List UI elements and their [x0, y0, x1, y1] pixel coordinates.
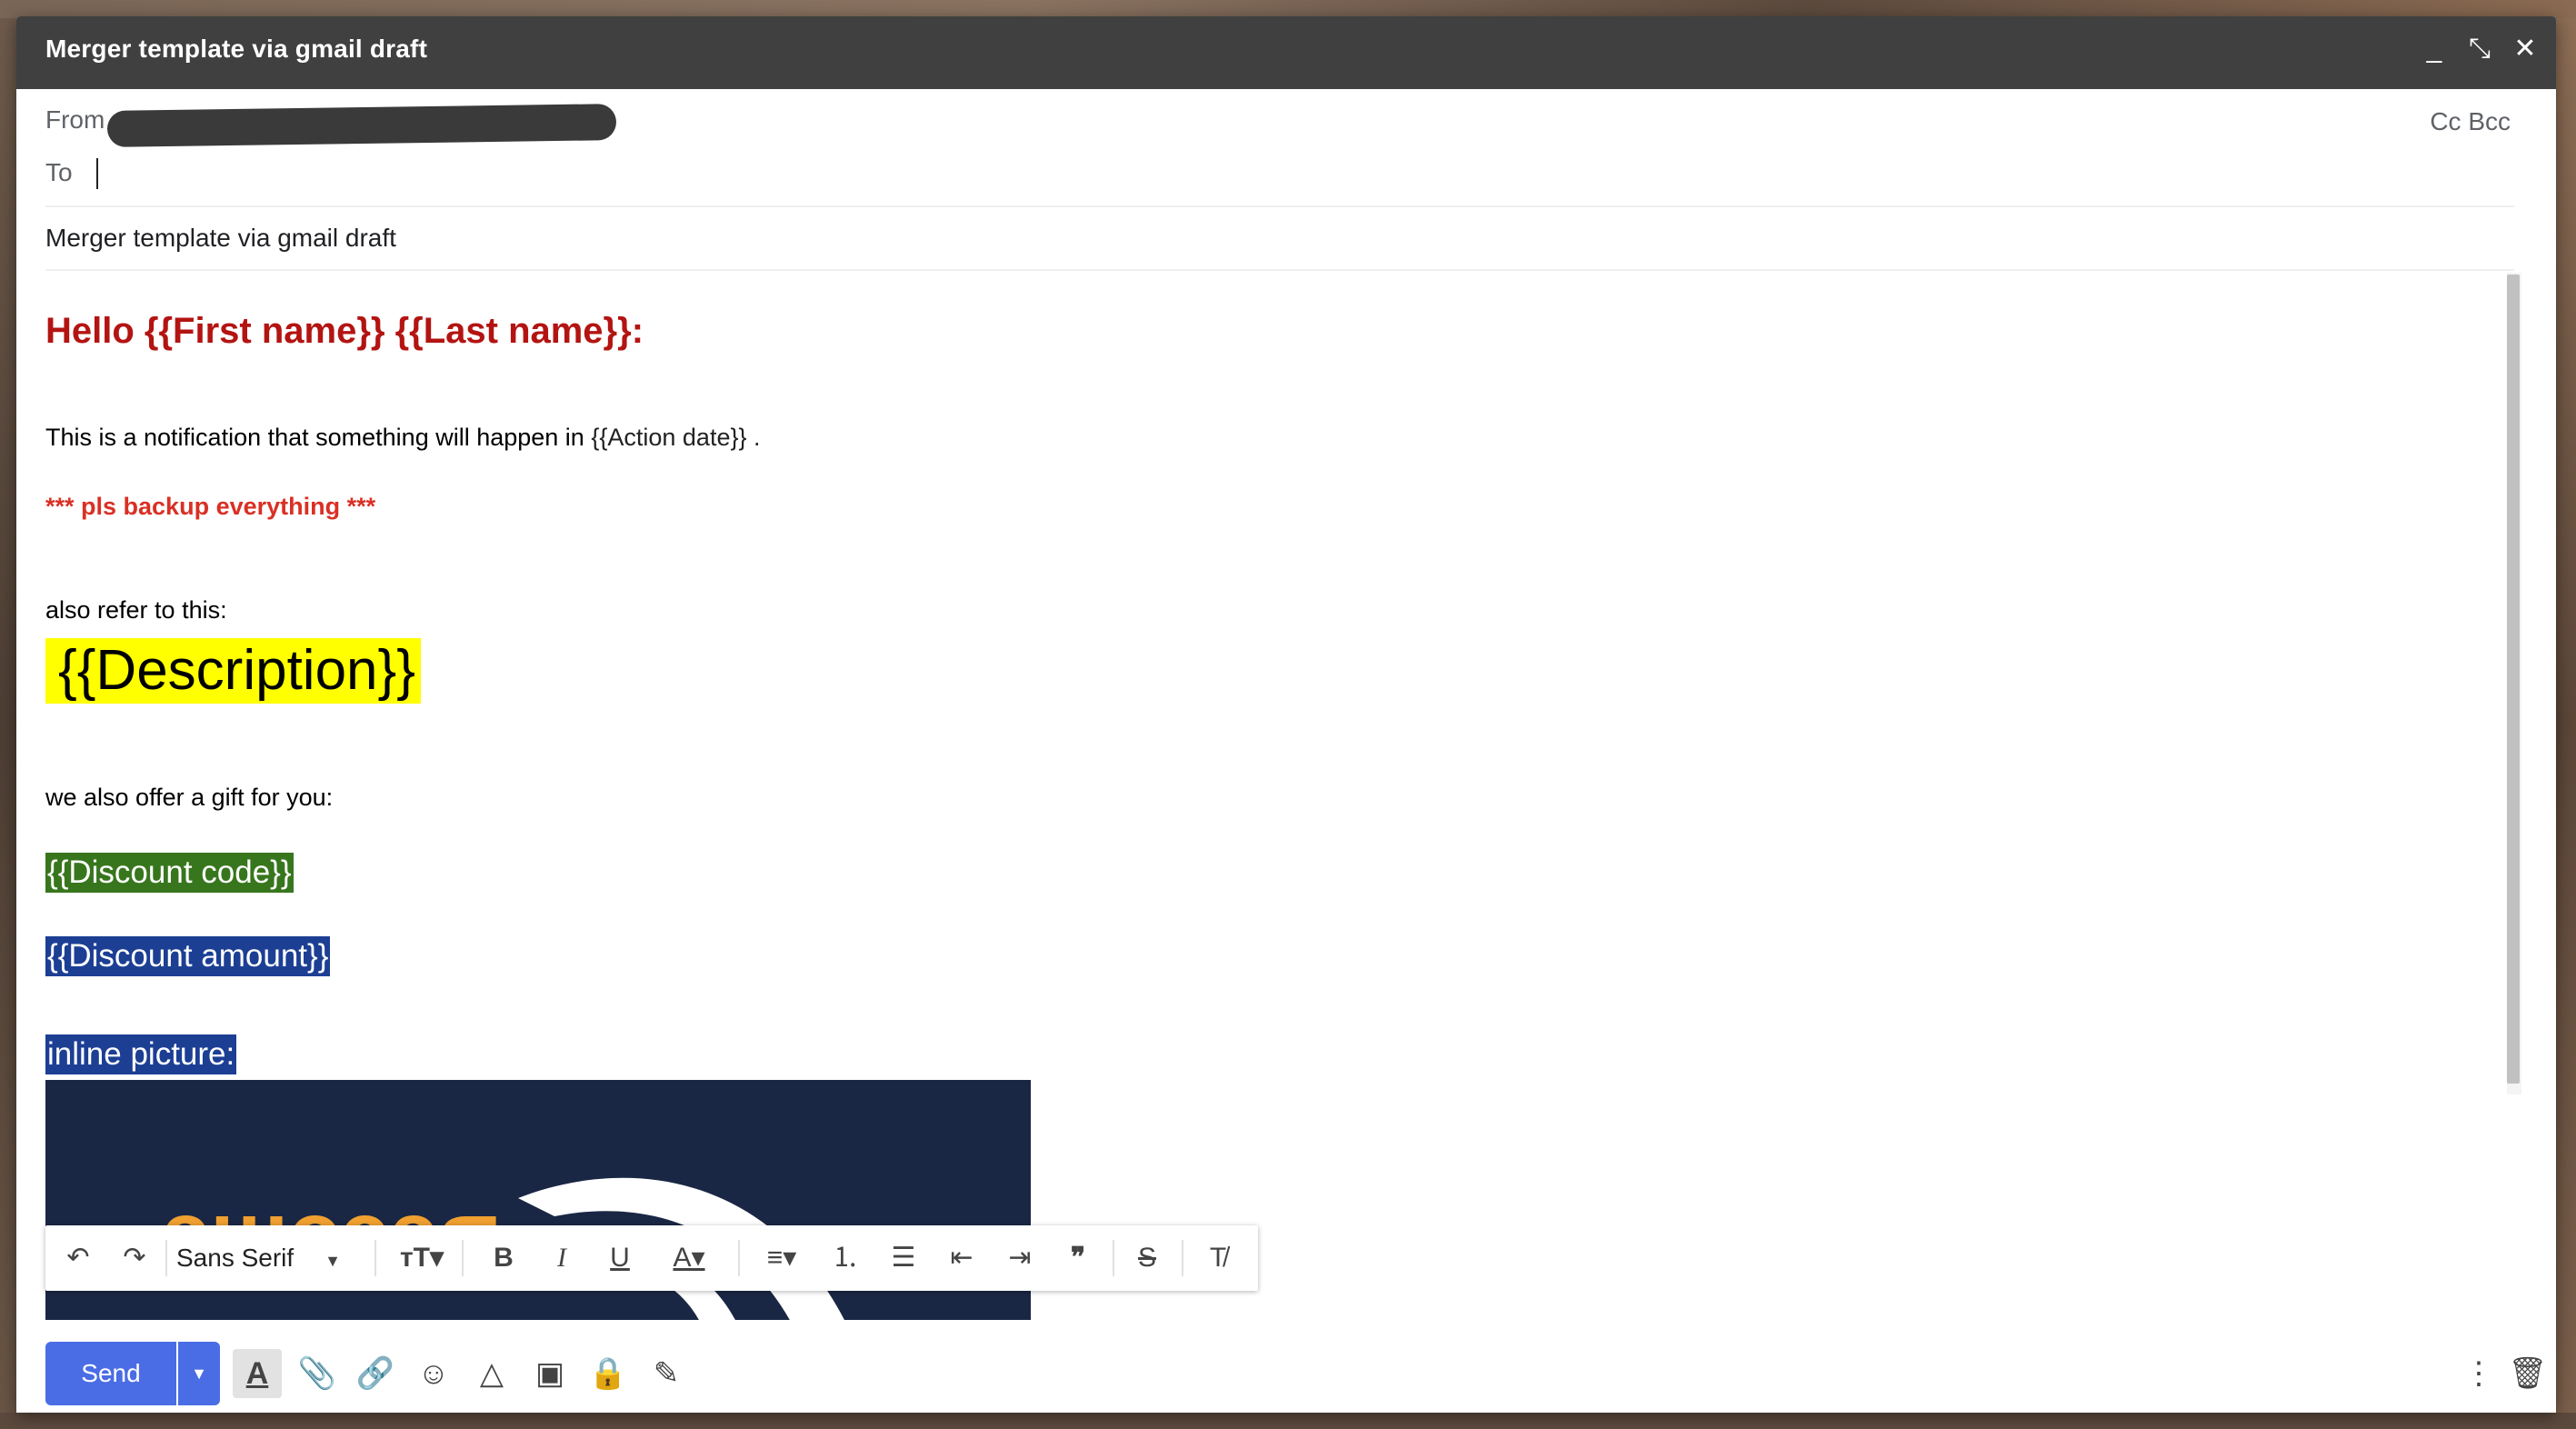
close-icon[interactable]: ✕	[2505, 29, 2545, 69]
divider	[45, 205, 2514, 207]
from-label: From	[45, 105, 105, 134]
discount-amount-placeholder: {{Discount amount}}	[45, 936, 331, 976]
cc-bcc-link[interactable]: Cc Bcc	[2430, 107, 2511, 136]
subject-field[interactable]: Merger template via gmail draft	[45, 224, 396, 253]
italic-icon[interactable]: I	[542, 1238, 582, 1278]
formatting-toolbar: ↶ ↷ Sans Serif ▼ тT▾ B I U A▾ ≡▾ ⒈ ☰ ⇤ ⇥ …	[45, 1225, 1258, 1291]
numbered-list-icon[interactable]: ⒈	[825, 1238, 865, 1278]
divider	[45, 269, 2514, 271]
toolbar-separator	[1113, 1240, 1114, 1276]
backup-warning: *** pls backup everything ***	[45, 493, 376, 520]
more-options-icon[interactable]: ⋮	[2454, 1349, 2503, 1398]
emoji-icon[interactable]: ☺	[409, 1349, 458, 1398]
discount-code-placeholder: {{Discount code}}	[45, 853, 294, 893]
toolbar-separator	[738, 1240, 740, 1276]
formatting-options-icon[interactable]: A	[233, 1349, 282, 1398]
inline-picture-label: inline picture:	[45, 1034, 237, 1074]
description-placeholder: {{Description}}	[45, 638, 421, 704]
gift-text: we also offer a gift for you:	[45, 784, 334, 811]
background-left	[0, 18, 16, 1429]
to-label: To	[45, 158, 73, 186]
compose-titlebar[interactable]: Merger template via gmail draft _ ⤡ ✕	[16, 16, 2556, 89]
minimize-icon[interactable]: _	[2414, 29, 2454, 69]
toolbar-separator	[165, 1240, 167, 1276]
align-icon[interactable]: ≡▾	[745, 1238, 818, 1278]
bulleted-list-icon[interactable]: ☰	[884, 1238, 924, 1278]
action-date-placeholder: {{Action date}} .	[591, 424, 761, 451]
compose-title: Merger template via gmail draft	[45, 35, 428, 63]
toolbar-separator	[374, 1240, 376, 1276]
text-cursor	[96, 158, 98, 189]
quote-icon[interactable]: ❞	[1058, 1238, 1098, 1278]
compose-window: Merger template via gmail draft _ ⤡ ✕ Fr…	[16, 16, 2556, 1413]
redacted-sender[interactable]	[106, 104, 617, 147]
link-icon[interactable]: 🔗	[351, 1349, 400, 1398]
dropdown-arrow-icon: ▼	[324, 1252, 341, 1270]
remove-formatting-icon[interactable]: T̸	[1198, 1238, 1238, 1278]
strikethrough-icon[interactable]: S	[1127, 1238, 1167, 1278]
drive-icon[interactable]: △	[467, 1349, 516, 1398]
toolbar-separator	[462, 1240, 464, 1276]
send-button[interactable]: Send	[45, 1342, 176, 1405]
background-top	[0, 0, 2576, 18]
compose-footer: Send ▼ A 📎 🔗 ☺ △ ▣ 🔒 ✎ ⋮ 🗑	[16, 1307, 2556, 1413]
background-right	[2556, 18, 2576, 1429]
underline-icon[interactable]: U	[600, 1238, 640, 1278]
send-options-icon[interactable]: ▼	[178, 1342, 220, 1405]
toolbar-separator	[1182, 1240, 1183, 1276]
undo-icon[interactable]: ↶	[58, 1238, 98, 1278]
notification-line: This is a notification that something wi…	[45, 424, 761, 452]
greeting-heading: Hello {{First name}} {{Last name}}:	[45, 311, 644, 351]
photo-icon[interactable]: ▣	[525, 1349, 574, 1398]
attach-icon[interactable]: 📎	[293, 1349, 342, 1398]
font-family-value: Sans Serif	[176, 1244, 295, 1272]
message-body[interactable]: Hello {{First name}} {{Last name}}: This…	[45, 287, 2500, 1320]
exit-fullscreen-icon[interactable]: ⤡	[2460, 29, 2500, 69]
redo-icon[interactable]: ↷	[115, 1238, 155, 1278]
discard-draft-icon[interactable]: 🗑	[2503, 1349, 2552, 1398]
notification-text: This is a notification that something wi…	[45, 424, 592, 451]
signature-icon[interactable]: ✎	[642, 1349, 691, 1398]
text-color-icon[interactable]: A▾	[656, 1238, 722, 1278]
font-size-icon[interactable]: тT▾	[389, 1238, 454, 1278]
refer-text: also refer to this:	[45, 596, 227, 624]
indent-more-icon[interactable]: ⇥	[1000, 1238, 1040, 1278]
indent-less-icon[interactable]: ⇤	[942, 1238, 982, 1278]
background-bottom	[0, 1413, 2576, 1429]
to-field[interactable]	[95, 155, 2461, 193]
font-family-select[interactable]: Sans Serif ▼	[176, 1238, 341, 1278]
bold-icon[interactable]: B	[484, 1238, 524, 1278]
scrollbar-thumb[interactable]	[2507, 275, 2520, 1084]
confidential-mode-icon[interactable]: 🔒	[584, 1349, 633, 1398]
